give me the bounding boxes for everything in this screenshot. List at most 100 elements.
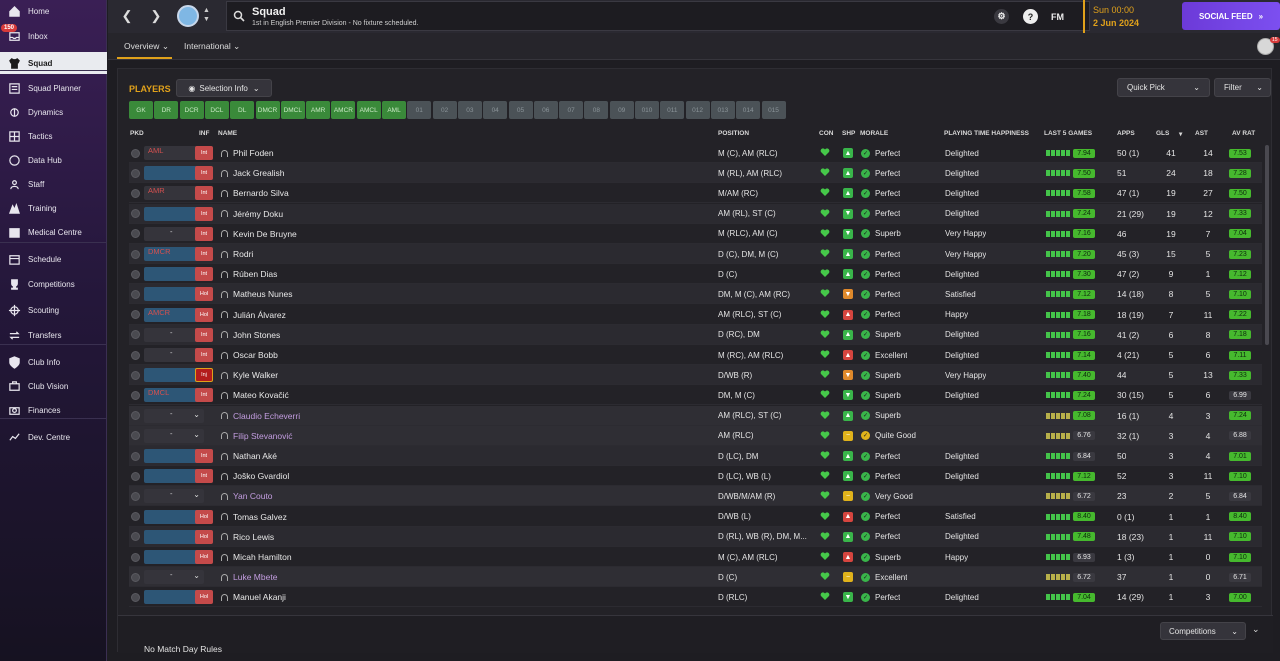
picked-indicator-icon[interactable] [131, 592, 140, 602]
info-badge[interactable]: Int [195, 267, 213, 282]
player-name[interactable]: Micah Hamilton [233, 552, 292, 562]
club-crest-icon[interactable] [177, 5, 199, 27]
sidebar-item-club-info[interactable]: Club Info [0, 351, 107, 373]
position-filter-dcr[interactable]: DCR [179, 101, 204, 119]
info-badge[interactable]: Int [195, 166, 213, 181]
table-row[interactable]: - ⌄ Luke Mbete D (C) − ✓ Excellent 6.72 37 1 0 6.71 [129, 567, 1262, 588]
col-shp[interactable]: SHP [842, 130, 855, 137]
match-day-rules[interactable]: No Match Day Rules [144, 644, 222, 654]
forward-arrow-icon[interactable]: ❯ [148, 8, 164, 24]
info-badge[interactable]: Int [195, 327, 213, 342]
position-filter-08[interactable]: 08 [584, 101, 609, 119]
picked-indicator-icon[interactable] [131, 431, 140, 441]
position-dropdown[interactable]: -⌄ [144, 489, 204, 504]
position-filter-013[interactable]: 013 [710, 101, 735, 119]
sidebar-item-medical-centre[interactable]: Medical Centre [0, 221, 107, 243]
table-row[interactable]: ⌄HolRico LewisD (RL), WB (R), DM, M...▲✓… [129, 526, 1262, 547]
info-badge[interactable]: Hol [195, 287, 213, 302]
position-filter-05[interactable]: 05 [508, 101, 533, 119]
search-icon[interactable] [233, 10, 245, 22]
table-row[interactable]: AML⌄IntPhil FodenM (C), AM (RLC)▲✓Perfec… [129, 143, 1262, 163]
info-badge[interactable]: Int [195, 146, 213, 160]
fm-menu-button[interactable]: FM [1050, 9, 1065, 24]
player-name[interactable]: Bernardo Silva [233, 188, 289, 198]
social-feed-button[interactable]: SOCIAL FEED » [1182, 2, 1280, 30]
picked-indicator-icon[interactable] [131, 512, 140, 522]
sidebar-item-training[interactable]: Training [0, 197, 107, 219]
info-badge[interactable]: Int [195, 226, 213, 241]
picked-indicator-icon[interactable] [131, 310, 140, 320]
player-name[interactable]: Matheus Nunes [233, 289, 293, 299]
table-row[interactable]: ⌄HolMicah HamiltonM (C), AM (RLC)▲✓Super… [129, 547, 1262, 567]
player-name[interactable]: Claudio Echeverri [233, 411, 300, 421]
table-row[interactable]: DMCR⌄IntRodriD (C), DM, M (C)▲✓PerfectVe… [129, 244, 1262, 264]
sidebar-item-transfers[interactable]: Transfers [0, 324, 107, 346]
picked-indicator-icon[interactable] [131, 471, 140, 481]
tab-overview[interactable]: Overview ⌄ [124, 41, 169, 52]
position-filter-dl[interactable]: DL [230, 101, 255, 119]
col-con[interactable]: CON [819, 130, 833, 137]
table-row[interactable]: ⌄IntRúben DiasD (C)▲✓PerfectDelighted7.3… [129, 264, 1262, 285]
col-gls[interactable]: GLS [1156, 130, 1169, 137]
position-filter-011[interactable]: 011 [660, 101, 685, 119]
position-filter-09[interactable]: 09 [609, 101, 634, 119]
info-badge[interactable]: Hol [195, 550, 213, 564]
col-apps[interactable]: APPS [1117, 130, 1135, 137]
picked-indicator-icon[interactable] [131, 491, 140, 501]
table-row[interactable]: ⌄IntJoško GvardiolD (LC), WB (L)▲✓Perfec… [129, 466, 1262, 487]
table-row[interactable]: -⌄IntOscar BobbM (RC), AM (RLC)▲✓Excelle… [129, 345, 1262, 365]
sidebar-item-staff[interactable]: Staff [0, 173, 107, 195]
position-filter-03[interactable]: 03 [457, 101, 482, 119]
position-filter-07[interactable]: 07 [559, 101, 584, 119]
player-name[interactable]: Jérémy Doku [233, 209, 283, 219]
club-switch-icon[interactable]: ▲ ▼ [203, 6, 211, 24]
position-filter-015[interactable]: 015 [761, 101, 786, 119]
sidebar-item-tactics[interactable]: Tactics [0, 125, 107, 147]
table-row[interactable]: AMCR⌄HolJulián ÁlvarezAM (RLC), ST (C)▲✓… [129, 305, 1262, 325]
table-row[interactable]: -⌄IntJohn StonesD (RC), DM▲✓SuperbDeligh… [129, 324, 1262, 345]
info-badge[interactable]: Int [195, 348, 213, 362]
player-name[interactable]: Oscar Bobb [233, 350, 278, 360]
collapse-icon[interactable]: ⌄ [1252, 624, 1260, 635]
picked-indicator-icon[interactable] [131, 289, 140, 299]
info-badge[interactable]: Inj [195, 368, 213, 383]
info-badge[interactable]: Int [195, 206, 213, 221]
player-name[interactable]: Yan Couto [233, 491, 273, 501]
info-badge[interactable]: Int [195, 247, 213, 261]
picked-indicator-icon[interactable] [131, 370, 140, 380]
table-row[interactable]: ⌄HolTomas GalvezD/WB (L)▲✓PerfectSatisfi… [129, 507, 1262, 527]
info-badge[interactable]: Int [195, 388, 213, 403]
table-row[interactable]: AMR⌄IntBernardo SilvaM/AM (RC)▲✓PerfectD… [129, 183, 1262, 204]
quick-pick-button[interactable]: Quick Pick ⌄ [1117, 78, 1210, 97]
player-name[interactable]: Rico Lewis [233, 532, 274, 542]
table-row[interactable]: ⌄HolManuel AkanjiD (RLC)▼✓PerfectDelight… [129, 587, 1262, 608]
picked-indicator-icon[interactable] [131, 229, 140, 239]
picked-indicator-icon[interactable] [131, 390, 140, 400]
info-badge[interactable]: Hol [195, 590, 213, 605]
table-row[interactable]: - ⌄ Yan Couto D/WB/M/AM (R) − ✓ Very Good 6.72 2… [129, 486, 1262, 507]
col-inf[interactable]: INF [199, 130, 209, 137]
picked-indicator-icon[interactable] [131, 269, 140, 279]
filter-button[interactable]: Filter ⌄ [1214, 78, 1271, 97]
player-name[interactable]: Rodri [233, 249, 253, 259]
position-filter-dmcr[interactable]: DMCR [255, 101, 280, 119]
col-morale[interactable]: MORALE [860, 130, 888, 137]
position-filter-04[interactable]: 04 [483, 101, 508, 119]
manager-icon[interactable]: ⚙ [994, 9, 1009, 24]
position-filter-dcl[interactable]: DCL [204, 101, 229, 119]
table-row[interactable]: DMCL⌄IntMateo KovačićDM, M (C)▼✓SuperbDe… [129, 385, 1262, 406]
picked-indicator-icon[interactable] [131, 148, 140, 158]
player-name[interactable]: Luke Mbete [233, 572, 277, 582]
sidebar-item-club-vision[interactable]: Club Vision [0, 375, 107, 397]
picked-indicator-icon[interactable] [131, 209, 140, 219]
info-badge[interactable]: Int [195, 469, 213, 484]
player-name[interactable]: Julián Álvarez [233, 310, 286, 320]
col-ast[interactable]: AST [1195, 130, 1208, 137]
sidebar-item-home[interactable]: Home [0, 0, 107, 22]
picked-indicator-icon[interactable] [131, 552, 140, 562]
info-badge[interactable]: Hol [195, 307, 213, 322]
table-row[interactable]: ⌄HolMatheus NunesDM, M (C), AM (RC)▼✓Per… [129, 284, 1262, 305]
col-avrat[interactable]: AV RAT [1232, 130, 1255, 137]
sidebar-item-schedule[interactable]: Schedule [0, 248, 107, 270]
col-pkd[interactable]: PKD [130, 130, 144, 137]
